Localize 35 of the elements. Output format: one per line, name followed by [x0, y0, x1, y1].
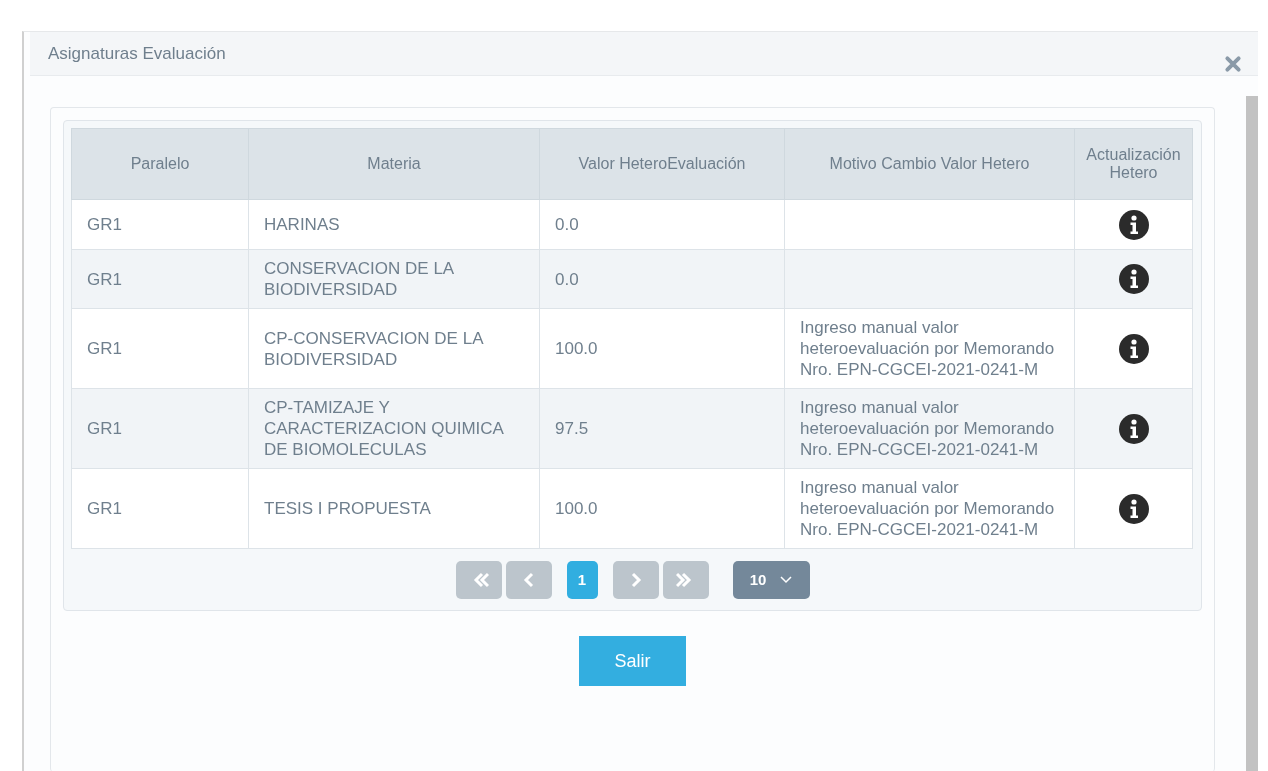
info-icon[interactable]	[1117, 332, 1150, 365]
info-icon[interactable]	[1117, 492, 1150, 525]
table-cell: TESIS I PROPUESTA	[248, 468, 540, 549]
chevron-down-icon	[780, 575, 793, 584]
info-icon[interactable]	[1117, 412, 1150, 445]
info-icon[interactable]	[1117, 208, 1150, 241]
table-cell: HARINAS	[248, 199, 540, 250]
table-cell: 100.0	[539, 308, 785, 389]
column-header: Paralelo	[71, 128, 249, 200]
table-cell: GR1	[71, 249, 249, 309]
scrollbar[interactable]	[1246, 96, 1258, 771]
table-cell: 0.0	[539, 249, 785, 309]
table-cell: CP-CONSERVACION DE LA BIODIVERSIDAD	[248, 308, 540, 389]
column-header: Valor HeteroEvaluación	[539, 128, 785, 200]
page-size-select[interactable]: 10	[732, 560, 810, 599]
exit-button[interactable]: Salir	[579, 636, 686, 686]
info-icon[interactable]	[1117, 263, 1150, 295]
table-cell: GR1	[71, 308, 249, 389]
page-button[interactable]: 1	[566, 560, 598, 599]
table-cell: GR1	[71, 199, 249, 250]
column-header: Actualización Hetero	[1074, 128, 1193, 200]
table-cell: Ingreso manual valor heteroevaluación por Memorando Nro. EPN-CGCEI-2021-0241-M	[784, 468, 1075, 549]
column-header: Materia	[248, 128, 540, 200]
table-cell: CP-TAMIZAJE Y CARACTERIZACION QUIMICA DE BIOMOLECULAS	[248, 388, 540, 469]
table-cell: Ingreso manual valor heteroevaluación por Memorando Nro. EPN-CGCEI-2021-0241-M	[784, 388, 1075, 469]
table-cell: 100.0	[539, 468, 785, 549]
table-cell: CONSERVACION DE LA BIODIVERSIDAD	[248, 249, 540, 309]
table-cell: GR1	[71, 388, 249, 469]
close-icon[interactable]	[1224, 54, 1242, 73]
dialog-title: Asignaturas Evaluación	[48, 43, 226, 64]
table-cell: GR1	[71, 468, 249, 549]
table-cell: 97.5	[539, 388, 785, 469]
table-cell: 0.0	[539, 199, 785, 250]
column-header: Motivo Cambio Valor Hetero	[784, 128, 1075, 200]
table-cell: Ingreso manual valor heteroevaluación por Memorando Nro. EPN-CGCEI-2021-0241-M	[784, 308, 1075, 389]
